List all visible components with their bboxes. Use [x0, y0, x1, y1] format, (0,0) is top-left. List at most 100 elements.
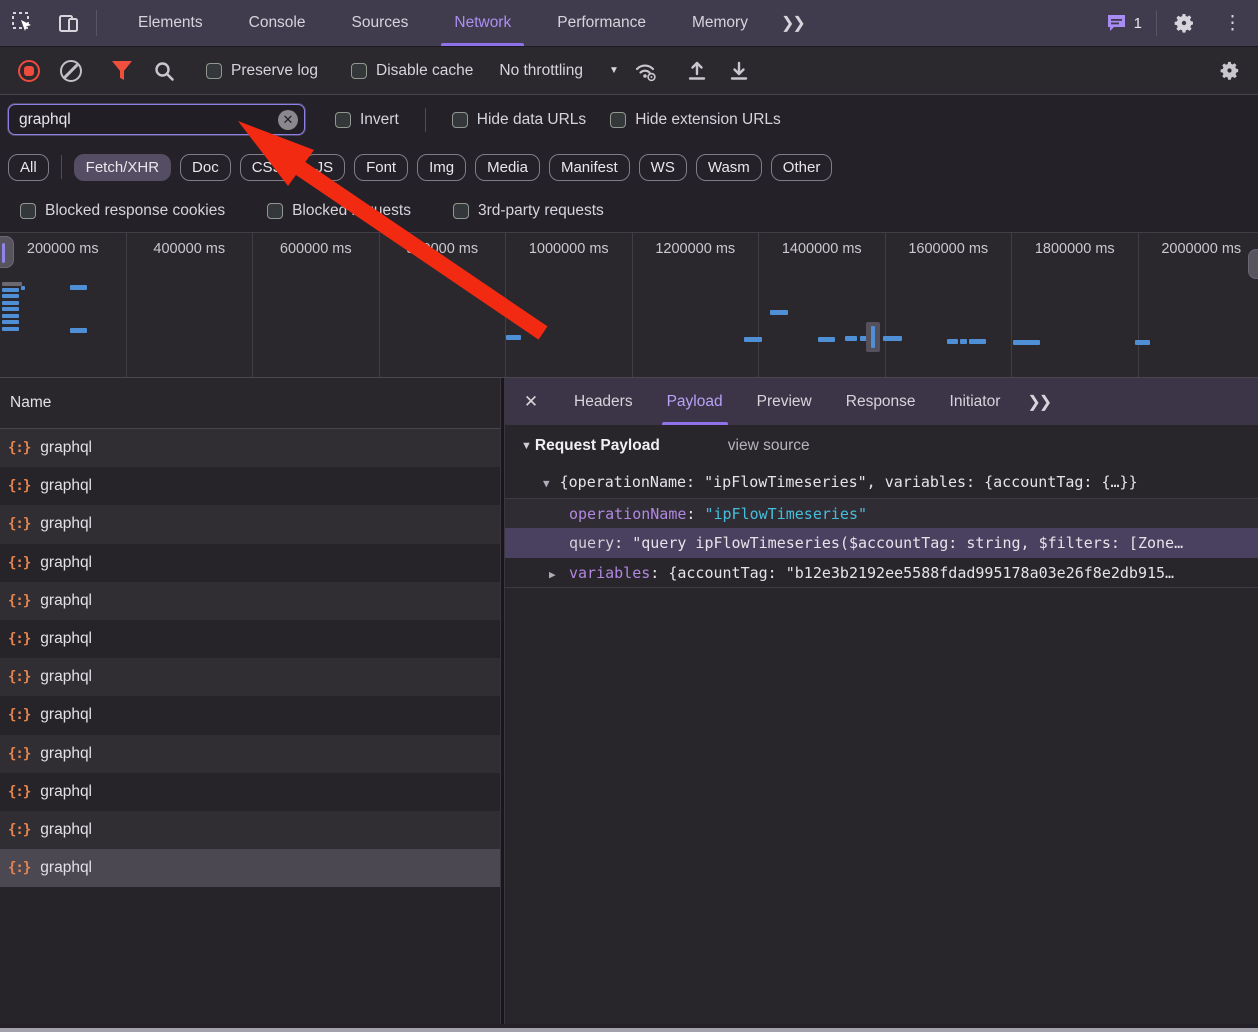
detail-tab-response[interactable]: Response	[829, 378, 933, 425]
window-bottom-edge	[0, 1028, 1258, 1032]
overview-scroll-handle-left[interactable]	[0, 236, 14, 268]
request-row[interactable]: {:}graphql	[0, 696, 500, 734]
request-row[interactable]: {:} graphql	[0, 582, 500, 620]
detail-tab-headers[interactable]: Headers	[557, 378, 650, 425]
request-row[interactable]: {:}graphql	[0, 505, 500, 543]
network-overview-timeline[interactable]: 200000 ms400000 ms600000 ms800000 ms1000…	[0, 232, 1258, 378]
search-icon[interactable]	[143, 54, 185, 88]
timeline-request-bar	[2, 314, 19, 318]
filter-chip-ws[interactable]: WS	[639, 154, 687, 181]
filter-chip-font[interactable]: Font	[354, 154, 408, 181]
record-network-log-button[interactable]	[8, 54, 50, 88]
filter-chip-css[interactable]: CSS	[240, 154, 295, 181]
request-row[interactable]: {:}graphql	[0, 544, 500, 582]
network-conditions-icon[interactable]	[625, 54, 667, 88]
filter-chip-wasm[interactable]: Wasm	[696, 154, 762, 181]
filter-chip-doc[interactable]: Doc	[180, 154, 231, 181]
tab-sources[interactable]: Sources	[329, 0, 432, 46]
request-row[interactable]: {:}graphql	[0, 467, 500, 505]
console-messages-badge[interactable]: 1	[1096, 0, 1152, 46]
detail-tab-bar: ✕ HeadersPayloadPreviewResponseInitiator…	[505, 378, 1258, 425]
timeline-request-bar	[969, 339, 986, 344]
request-row[interactable]: {:}graphql	[0, 658, 500, 696]
filter-chip-all[interactable]: All	[8, 154, 49, 181]
timeline-tick: 400000 ms	[127, 233, 254, 377]
fetch-xhr-icon: {:}	[8, 669, 30, 685]
network-settings-gear-icon[interactable]	[1208, 54, 1250, 88]
network-main-area: Name {:}graphql{:}graphql{:}graphql{:}gr…	[0, 378, 1258, 1024]
hide-data-urls-checkbox[interactable]: Hide data URLs	[440, 111, 598, 129]
detail-tab-initiator[interactable]: Initiator	[933, 378, 1018, 425]
filter-input[interactable]	[19, 111, 278, 129]
filter-chip-js[interactable]: JS	[304, 154, 346, 181]
panel-tabs: ElementsConsoleSourcesNetworkPerformance…	[115, 0, 771, 46]
more-detail-tabs-icon[interactable]: ❯❯	[1017, 378, 1060, 425]
payload-preview-line[interactable]: ▼{operationName: "ipFlowTimeseries", var…	[505, 467, 1258, 498]
tab-network[interactable]: Network	[431, 0, 534, 46]
more-options-icon[interactable]: ⋮	[1207, 0, 1258, 46]
payload-colon: :	[650, 564, 668, 582]
request-payload-title: Request Payload	[535, 437, 660, 455]
inspect-element-icon[interactable]	[0, 0, 46, 46]
timeline-request-bar	[770, 310, 788, 315]
request-name: graphql	[40, 592, 92, 610]
invert-checkbox[interactable]: Invert	[323, 111, 411, 129]
export-har-icon[interactable]	[718, 54, 760, 88]
checkbox-blocked-requests[interactable]: Blocked requests	[255, 202, 423, 220]
tab-console[interactable]: Console	[226, 0, 329, 46]
import-har-icon[interactable]	[676, 54, 718, 88]
filter-chip-img[interactable]: Img	[417, 154, 466, 181]
collapse-triangle-icon[interactable]: ▼	[521, 440, 532, 452]
name-column-header[interactable]: Name	[0, 378, 500, 429]
timeline-request-bar	[845, 336, 857, 341]
devtools-window: ElementsConsoleSourcesNetworkPerformance…	[0, 0, 1258, 1032]
detail-tab-payload[interactable]: Payload	[650, 378, 740, 425]
checkbox-3rd-party-requests[interactable]: 3rd-party requests	[441, 202, 616, 220]
blocked-filters-row: Blocked response cookies Blocked requests…	[0, 190, 1258, 232]
settings-gear-icon[interactable]	[1161, 0, 1207, 46]
tab-memory[interactable]: Memory	[669, 0, 771, 46]
close-detail-icon[interactable]: ✕	[505, 378, 557, 425]
tab-elements[interactable]: Elements	[115, 0, 226, 46]
device-toolbar-icon[interactable]	[46, 0, 92, 46]
preserve-log-checkbox[interactable]: Preserve log	[194, 62, 330, 80]
hide-extension-urls-checkbox[interactable]: Hide extension URLs	[598, 111, 793, 129]
fetch-xhr-icon: {:}	[8, 593, 30, 609]
request-row[interactable]: {:}graphql	[0, 429, 500, 467]
filter-chip-fetch-xhr[interactable]: Fetch/XHR	[74, 154, 171, 181]
checkbox-blocked-response-cookies[interactable]: Blocked response cookies	[8, 202, 237, 220]
request-row[interactable]: {:}graphql	[0, 620, 500, 658]
filter-icon[interactable]	[101, 54, 143, 88]
request-row[interactable]: {:}graphql	[0, 849, 500, 887]
clear-network-log-button[interactable]	[50, 54, 92, 88]
disable-cache-label: Disable cache	[376, 62, 473, 80]
more-panels-icon[interactable]: ❯❯	[771, 0, 814, 46]
view-source-link[interactable]: view source	[728, 437, 810, 455]
disable-cache-checkbox[interactable]: Disable cache	[339, 62, 485, 80]
timeline-tick: 1400000 ms	[759, 233, 886, 377]
clear-filter-icon[interactable]: ✕	[278, 110, 298, 130]
payload-row-variables[interactable]: ▶variables: {accountTag: "b12e3b2192ee55…	[505, 558, 1258, 588]
expand-triangle-icon[interactable]: ▶	[549, 560, 563, 588]
throttling-dropdown[interactable]: No throttling ▼	[485, 62, 624, 80]
filter-chip-other[interactable]: Other	[771, 154, 833, 181]
request-name: graphql	[40, 477, 92, 495]
fetch-xhr-icon: {:}	[8, 631, 30, 647]
checkbox-box	[351, 63, 367, 79]
payload-row-operationName[interactable]: operationName: "ipFlowTimeseries"	[505, 498, 1258, 528]
request-row[interactable]: {:}graphql	[0, 773, 500, 811]
detail-tab-preview[interactable]: Preview	[740, 378, 829, 425]
tab-performance[interactable]: Performance	[534, 0, 669, 46]
request-row[interactable]: {:}graphql	[0, 811, 500, 849]
timeline-tick: 200000 ms	[0, 233, 127, 377]
collapse-triangle-icon[interactable]: ▼	[543, 468, 550, 498]
request-row[interactable]: {:}graphql	[0, 735, 500, 773]
filter-chip-media[interactable]: Media	[475, 154, 540, 181]
timeline-request-bar	[1013, 340, 1040, 345]
filter-input-wrapper: ✕	[8, 104, 305, 135]
timeline-request-bar	[2, 288, 19, 292]
payload-row-query[interactable]: query: "query ipFlowTimeseries($accountT…	[505, 528, 1258, 558]
fetch-xhr-icon: {:}	[8, 784, 30, 800]
overview-scroll-handle-right[interactable]	[1248, 249, 1258, 279]
filter-chip-manifest[interactable]: Manifest	[549, 154, 630, 181]
